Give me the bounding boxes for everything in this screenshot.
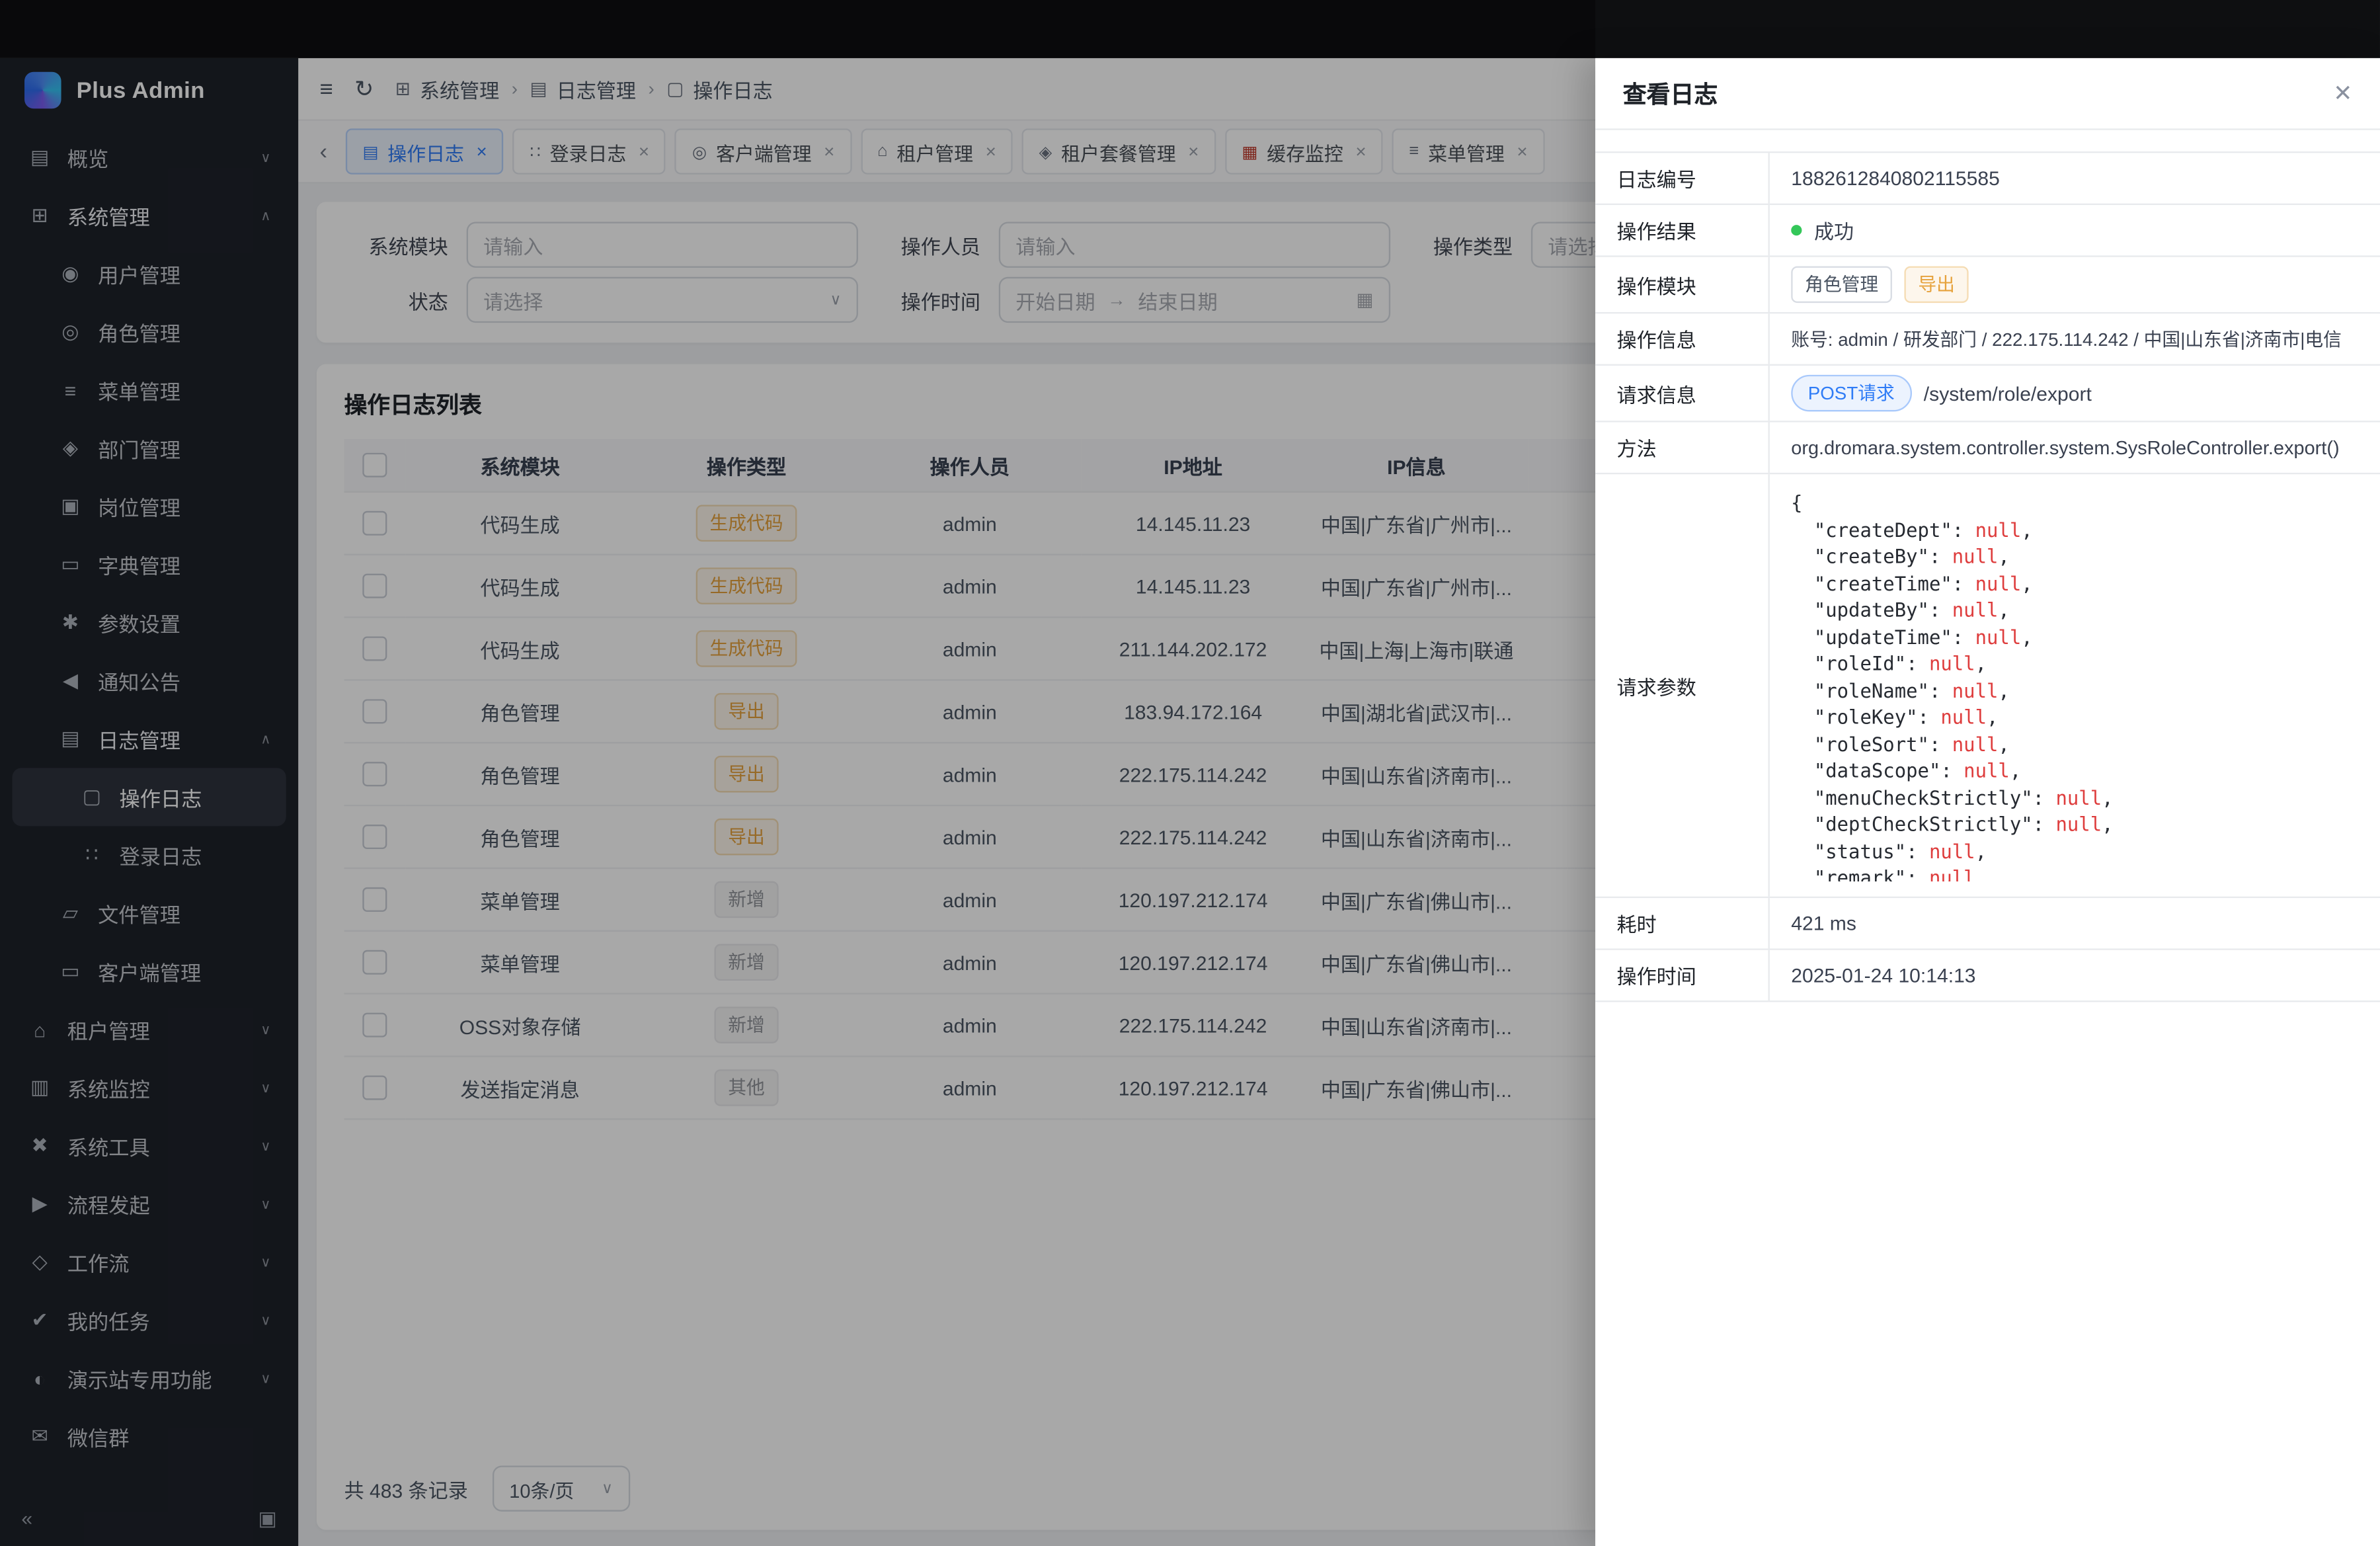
json-line: "roleId": null,: [1791, 650, 2358, 676]
screen: Plus Admin ▤概览∨⊞系统管理∧◉用户管理◎角色管理≡菜单管理◈部门管…: [0, 0, 2380, 1546]
field-info: 操作信息 账号: admin / 研发部门 / 222.175.114.242 …: [1595, 313, 2380, 366]
json-line: "remark": null,: [1791, 864, 2358, 881]
field-label: 操作结果: [1595, 205, 1770, 255]
field-label: 请求信息: [1595, 366, 1770, 421]
duration-value: 421 ms: [1770, 898, 2380, 948]
log-details: 日志编号 1882612840802115585 操作结果 成功 操作模块 角色…: [1595, 151, 2380, 1002]
request-params-value: { "createDept": null, "createBy": null, …: [1770, 474, 2380, 897]
json-line: "createBy": null,: [1791, 543, 2358, 569]
json-line: "roleSort": null,: [1791, 731, 2358, 757]
field-label: 日志编号: [1595, 153, 1770, 203]
field-module: 操作模块 角色管理 导出: [1595, 257, 2380, 314]
request-url: /system/role/export: [1924, 382, 2092, 405]
json-line: {: [1791, 489, 2358, 516]
post-method-tag: POST请求: [1791, 375, 1911, 412]
json-line: "roleName": null,: [1791, 677, 2358, 704]
json-line: "status": null,: [1791, 838, 2358, 864]
result-value: 成功: [1770, 205, 2380, 255]
log-id-value: 1882612840802115585: [1770, 153, 2380, 203]
field-result: 操作结果 成功: [1595, 205, 2380, 257]
json-line: "createDept": null,: [1791, 516, 2358, 543]
result-text: 成功: [1814, 216, 1854, 245]
module-tag: 角色管理: [1791, 266, 1892, 304]
field-label: 耗时: [1595, 898, 1770, 948]
field-duration: 耗时 421 ms: [1595, 898, 2380, 950]
close-drawer-icon[interactable]: ✕: [2333, 79, 2352, 107]
field-log-id: 日志编号 1882612840802115585: [1595, 153, 2380, 205]
field-label: 操作信息: [1595, 313, 1770, 364]
json-line: "dataScope": null,: [1791, 757, 2358, 784]
drawer-header: 查看日志 ✕: [1595, 58, 2380, 130]
json-line: "updateTime": null,: [1791, 624, 2358, 650]
method-value: org.dromara.system.controller.system.Sys…: [1770, 423, 2380, 473]
field-request: 请求信息 POST请求 /system/role/export: [1595, 366, 2380, 423]
drawer-title: 查看日志: [1623, 77, 1718, 110]
field-method: 方法 org.dromara.system.controller.system.…: [1595, 423, 2380, 475]
field-time: 操作时间 2025-01-24 10:14:13: [1595, 950, 2380, 1002]
drawer-body: 日志编号 1882612840802115585 操作结果 成功 操作模块 角色…: [1595, 130, 2380, 1546]
operation-info-value: 账号: admin / 研发部门 / 222.175.114.242 / 中国|…: [1770, 313, 2380, 364]
json-line: "menuCheckStrictly": null,: [1791, 784, 2358, 811]
success-status-dot: [1791, 225, 1802, 235]
view-log-drawer: 查看日志 ✕ 日志编号 1882612840802115585 操作结果 成功 …: [1595, 58, 2380, 1546]
json-line: "updateBy": null,: [1791, 596, 2358, 623]
field-label: 操作时间: [1595, 950, 1770, 1000]
field-params: 请求参数 { "createDept": null, "createBy": n…: [1595, 474, 2380, 898]
json-line: "deptCheckStrictly": null,: [1791, 811, 2358, 837]
field-label: 方法: [1595, 423, 1770, 473]
module-value: 角色管理 导出: [1770, 257, 2380, 312]
operation-type-tag: 导出: [1904, 266, 1968, 304]
operation-time-value: 2025-01-24 10:14:13: [1770, 950, 2380, 1000]
drawer-mask[interactable]: [0, 0, 1595, 1546]
request-info-value: POST请求 /system/role/export: [1770, 366, 2380, 421]
json-line: "createTime": null,: [1791, 570, 2358, 596]
field-label: 操作模块: [1595, 257, 1770, 312]
field-label: 请求参数: [1595, 474, 1770, 897]
request-params-json[interactable]: { "createDept": null, "createBy": null, …: [1791, 489, 2358, 881]
json-line: "roleKey": null,: [1791, 704, 2358, 730]
